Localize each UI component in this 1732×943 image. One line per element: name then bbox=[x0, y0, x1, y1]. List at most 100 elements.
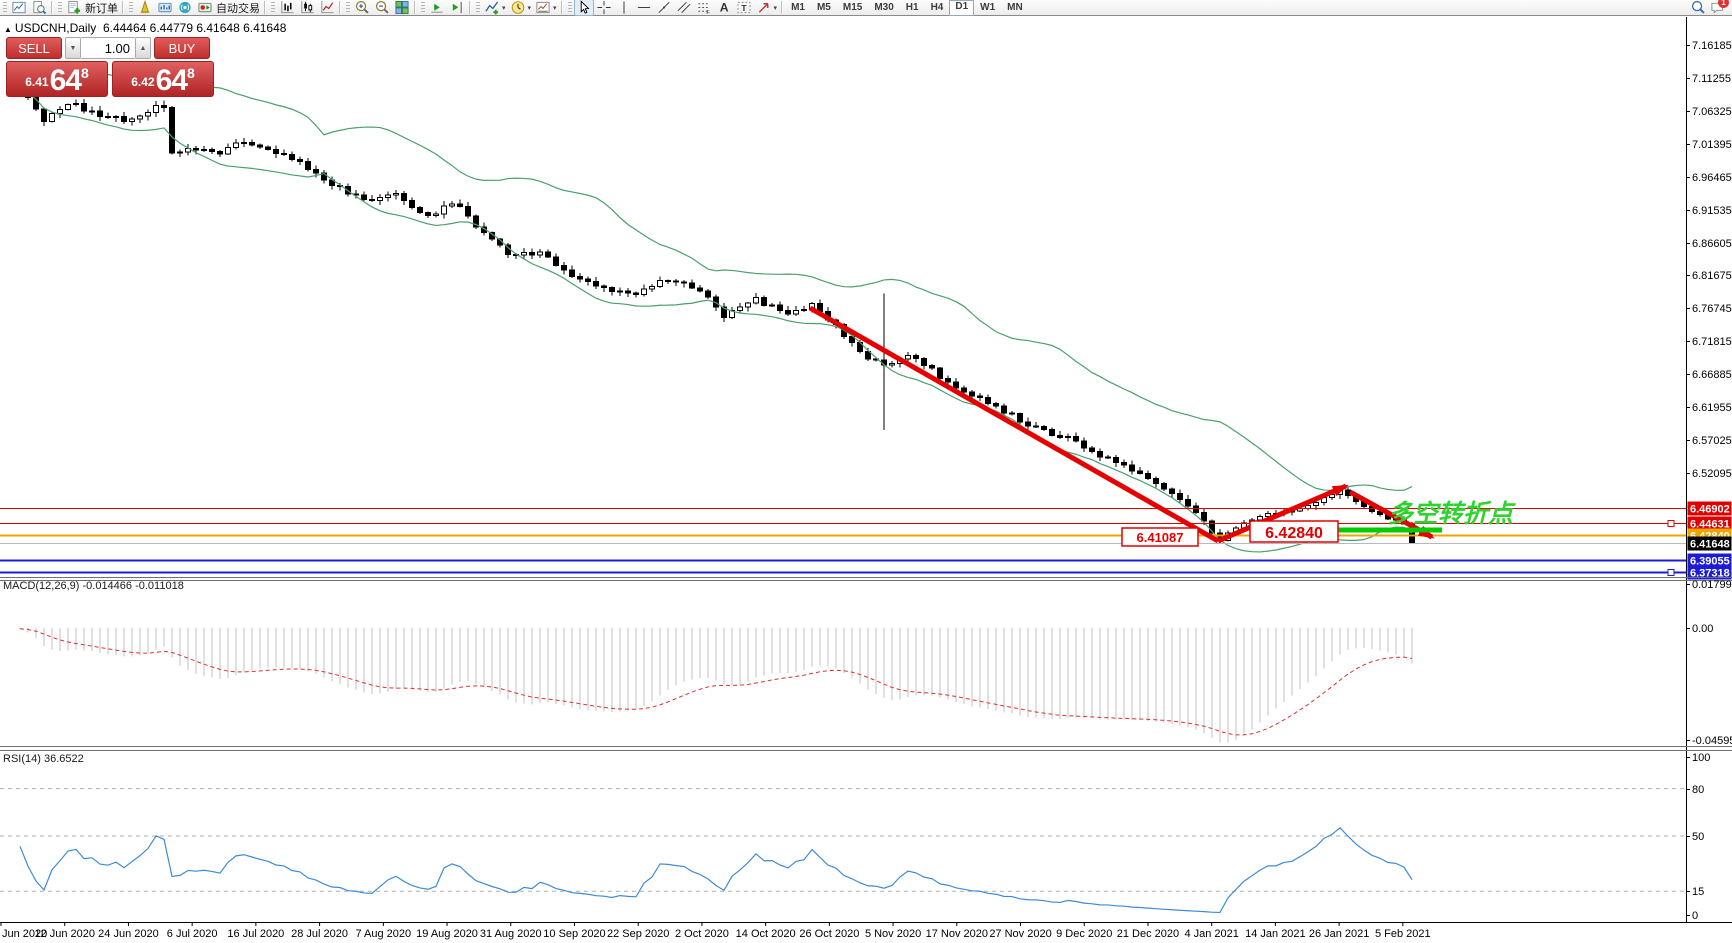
notifications-button[interactable]: 1 bbox=[1708, 0, 1728, 15]
add-indicator-button[interactable]: ▾ bbox=[482, 0, 508, 15]
volume-input[interactable]: 1.00 bbox=[81, 37, 135, 59]
chart-profile-button[interactable] bbox=[155, 0, 175, 15]
line-chart-button[interactable] bbox=[317, 0, 337, 15]
svg-text:6.57025: 6.57025 bbox=[1692, 435, 1732, 447]
trend-note-text[interactable]: 多空转折点 bbox=[1388, 500, 1516, 528]
chart-window-icon bbox=[11, 0, 27, 15]
chevron-down-icon[interactable]: ▾ bbox=[774, 4, 778, 12]
volume-decrease-button[interactable]: ▼ bbox=[65, 37, 81, 59]
sell-price-display[interactable]: 6.41 64 8 bbox=[6, 61, 108, 97]
timeframe-h1-button[interactable]: H1 bbox=[900, 1, 925, 15]
crosshair-button[interactable] bbox=[594, 0, 614, 15]
symbol-marker-icon: ▲ bbox=[4, 25, 12, 34]
price-axis-badges: 6.469026.446316.428406.416486.390556.373… bbox=[1688, 502, 1732, 580]
add-indicator-icon bbox=[484, 0, 500, 15]
toolbar-separator bbox=[51, 1, 53, 14]
sell-price-point: 8 bbox=[81, 65, 89, 81]
search-button[interactable] bbox=[1688, 0, 1708, 15]
date-tick-label: 31 Aug 2020 bbox=[480, 928, 542, 940]
date-tick-label: 14 Oct 2020 bbox=[736, 928, 796, 940]
date-tick-label: 26 Oct 2020 bbox=[799, 928, 859, 940]
rsi-line bbox=[20, 828, 1412, 913]
sell-button[interactable]: SELL bbox=[6, 37, 62, 59]
buy-price-display[interactable]: 6.42 64 8 bbox=[112, 61, 214, 97]
timeframe-d1-button[interactable]: D1 bbox=[949, 0, 974, 16]
zoom-in-button[interactable] bbox=[352, 0, 372, 15]
timeframe-w1-button[interactable]: W1 bbox=[974, 1, 1001, 15]
cursor-icon bbox=[576, 0, 592, 15]
hline-icon bbox=[636, 0, 652, 15]
svg-text:A: A bbox=[719, 1, 728, 15]
svg-text:6.61955: 6.61955 bbox=[1692, 402, 1732, 414]
svg-text:50: 50 bbox=[1692, 831, 1704, 843]
text-label-button[interactable]: T bbox=[734, 0, 754, 15]
trend-arrow-line[interactable] bbox=[810, 308, 1218, 541]
periods-icon bbox=[510, 0, 526, 15]
timeframe-m30-button[interactable]: M30 bbox=[868, 1, 899, 15]
date-tick-label: 17 Nov 2020 bbox=[926, 928, 988, 940]
new-order-button[interactable]: 新订单 bbox=[64, 0, 120, 15]
chart-window-button[interactable] bbox=[9, 0, 29, 15]
text-button[interactable]: A bbox=[714, 0, 734, 15]
zoom-out-button[interactable] bbox=[372, 0, 392, 15]
toolbar-grip bbox=[58, 2, 62, 13]
bars-button[interactable] bbox=[277, 0, 297, 15]
rsi-level-lines bbox=[0, 789, 1686, 892]
styler-button[interactable] bbox=[135, 0, 155, 15]
macd-indicator-label: MACD(12,26,9) -0.014466 -0.011018 bbox=[3, 580, 184, 592]
trend-arrows[interactable] bbox=[810, 308, 1435, 541]
buy-button[interactable]: BUY bbox=[154, 37, 210, 59]
trendline-button[interactable] bbox=[654, 0, 674, 15]
svg-text:6.91535: 6.91535 bbox=[1692, 205, 1732, 217]
chart-symbol-period: USDCNH,Daily bbox=[15, 21, 96, 35]
price-chart-canvas[interactable]: 6.469026.446316.428406.416486.390556.373… bbox=[0, 17, 1732, 943]
toolbar-separator bbox=[781, 1, 783, 14]
fibo-button[interactable]: F bbox=[694, 0, 714, 15]
tile-windows-button[interactable] bbox=[392, 0, 412, 15]
zoom-out-icon bbox=[374, 0, 390, 15]
svg-text:6.71815: 6.71815 bbox=[1692, 336, 1732, 348]
timeframe-h4-button[interactable]: H4 bbox=[925, 1, 950, 15]
chevron-down-icon[interactable]: ▾ bbox=[553, 4, 557, 12]
timeframe-m5-button[interactable]: M5 bbox=[811, 1, 837, 15]
timeframe-m15-button[interactable]: M15 bbox=[837, 1, 868, 15]
macd-current-values: -0.014466 -0.011018 bbox=[82, 580, 183, 592]
vline-button[interactable] bbox=[614, 0, 634, 15]
hline-button[interactable] bbox=[634, 0, 654, 15]
timeframe-m1-button[interactable]: M1 bbox=[785, 1, 811, 15]
svg-text:15: 15 bbox=[1692, 886, 1704, 898]
rsi-axis: 1008050150 bbox=[1686, 752, 1710, 922]
svg-text:6.46902: 6.46902 bbox=[1690, 504, 1730, 516]
line-handle[interactable] bbox=[1668, 521, 1674, 527]
timeframe-mn-button[interactable]: MN bbox=[1001, 1, 1029, 15]
channel-button[interactable] bbox=[674, 0, 694, 15]
date-tick-label: 22 Sep 2020 bbox=[607, 928, 669, 940]
chevron-down-icon[interactable]: ▾ bbox=[502, 4, 506, 12]
date-tick-label: 26 Jan 2021 bbox=[1309, 928, 1370, 940]
buy-price-major: 6.42 bbox=[131, 75, 154, 89]
buy-price-pips: 64 bbox=[156, 68, 187, 93]
date-tick-label: 5 Feb 2021 bbox=[1375, 928, 1431, 940]
line-handle[interactable] bbox=[1668, 570, 1674, 576]
cursor-button[interactable] bbox=[574, 0, 594, 16]
chart-shift-button[interactable] bbox=[447, 0, 467, 15]
auto-scroll-button[interactable] bbox=[427, 0, 447, 15]
data-window-button[interactable] bbox=[29, 0, 49, 15]
signals-button[interactable] bbox=[175, 0, 195, 15]
chevron-down-icon[interactable]: ▾ bbox=[528, 4, 532, 12]
autotrading-button[interactable]: 自动交易 bbox=[195, 0, 262, 15]
volume-increase-button[interactable]: ▲ bbox=[135, 37, 151, 59]
new-order-label: 新订单 bbox=[85, 0, 118, 16]
periods-button[interactable]: ▾ bbox=[508, 0, 534, 15]
date-axis[interactable]: Jun 202012 Jun 202024 Jun 20206 Jul 2020… bbox=[1, 922, 1431, 940]
bars-icon bbox=[279, 0, 295, 15]
candles-button[interactable] bbox=[297, 0, 317, 15]
date-tick-label: 14 Jan 2021 bbox=[1245, 928, 1306, 940]
toolbar-grip bbox=[3, 2, 7, 13]
templates-button[interactable]: ▾ bbox=[533, 0, 559, 15]
toolbar-right-icons: 1 bbox=[1688, 0, 1732, 15]
svg-text:6.42840: 6.42840 bbox=[1265, 525, 1323, 542]
volume-stepper: ▼ 1.00 ▲ bbox=[65, 37, 151, 59]
buy-price-point: 8 bbox=[187, 65, 195, 81]
arrows-button[interactable]: ▾ bbox=[754, 0, 780, 15]
